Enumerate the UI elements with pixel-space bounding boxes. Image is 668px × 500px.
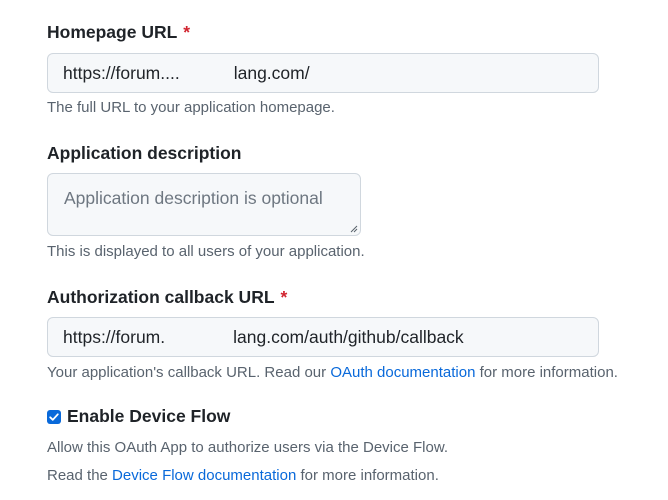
device-flow-docs-note: Read the Device Flow documentation for m… (47, 467, 439, 484)
application-description-label: Application description (47, 143, 242, 163)
application-description-help: This is displayed to all users of your a… (47, 243, 365, 260)
callback-url-help: Your application's callback URL. Read ou… (47, 364, 618, 381)
homepage-url-label: Homepage URL * (47, 22, 190, 43)
application-description-textarea[interactable]: Application description is optional (47, 173, 361, 236)
callback-url-value-suffix: lang.com/auth/github/callback (233, 327, 464, 347)
redacted-block (165, 327, 234, 350)
callback-url-value-prefix: https://forum. (63, 327, 166, 347)
homepage-url-value-ellipsis: ... (165, 63, 180, 83)
homepage-url-value-suffix: lang.com/ (233, 63, 310, 83)
enable-device-flow-checkbox[interactable] (47, 410, 61, 424)
homepage-url-value-prefix: https://forum. (63, 63, 166, 83)
device-flow-documentation-link[interactable]: Device Flow documentation (112, 467, 296, 484)
redacted-block (179, 63, 234, 86)
checkmark-icon (49, 413, 59, 421)
homepage-url-input[interactable]: https://forum.... lang.com/ (47, 53, 599, 93)
required-asterisk: * (280, 287, 288, 307)
device-flow-docs-before: Read the (47, 467, 113, 484)
application-description-placeholder: Application description is optional (64, 188, 323, 208)
callback-help-text-before: Your application's callback URL. Read ou… (47, 364, 331, 381)
required-asterisk: * (183, 22, 191, 42)
enable-device-flow-label[interactable]: Enable Device Flow (67, 406, 230, 427)
device-flow-help: Allow this OAuth App to authorize users … (47, 439, 449, 456)
callback-url-input[interactable]: https://forum. lang.com/auth/github/callb… (47, 317, 599, 357)
callback-help-text-after: for more information. (475, 364, 618, 381)
callback-url-label-text: Authorization callback URL (47, 287, 275, 307)
resize-grip-icon[interactable] (350, 225, 358, 233)
callback-url-label: Authorization callback URL * (47, 287, 287, 308)
homepage-url-label-text: Homepage URL (47, 22, 178, 42)
device-flow-docs-after: for more information. (296, 467, 439, 484)
oauth-documentation-link[interactable]: OAuth documentation (330, 364, 475, 381)
homepage-url-help: The full URL to your application homepag… (47, 99, 335, 116)
